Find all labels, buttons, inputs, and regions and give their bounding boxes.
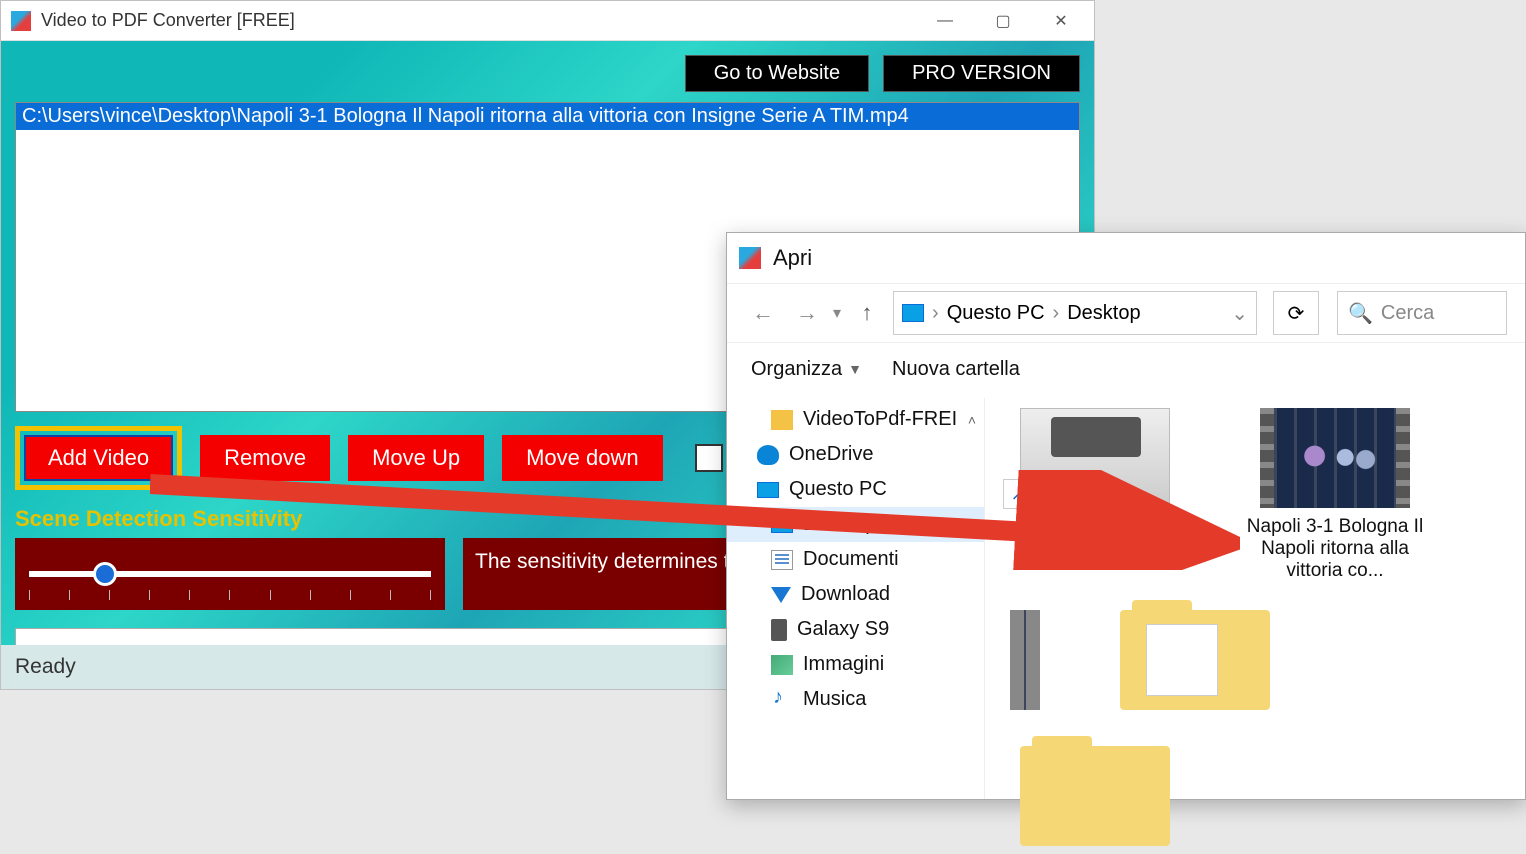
tree-label: Questo PC (789, 478, 887, 501)
tree-item-images[interactable]: Immagini (727, 647, 984, 682)
shortcut-icon: ↗ (1003, 479, 1033, 509)
nav-up-button[interactable]: ↑ (849, 295, 885, 331)
sensitivity-slider[interactable] (29, 571, 431, 577)
new-folder-button[interactable]: Nuova cartella (892, 358, 1020, 381)
file-item-partial[interactable] (1005, 610, 1045, 718)
refresh-button[interactable]: ⟳ (1273, 291, 1319, 335)
file-item-video[interactable]: Napoli 3-1 Bologna Il Napoli ritorna all… (1245, 408, 1425, 582)
folder-tree: VideoToPdf-FREI ˄ OneDrive Questo PC Desk… (727, 398, 985, 799)
pc-icon (902, 304, 924, 322)
nav-forward-button[interactable]: → (789, 295, 825, 331)
tree-label: Galaxy S9 (797, 618, 889, 641)
tree-label: VideoToPdf-FREI (803, 408, 957, 431)
file-item-folder[interactable] (1105, 610, 1285, 718)
download-icon (771, 587, 791, 603)
file-item-folder[interactable] (1005, 746, 1185, 854)
new-folder-label: Nuova cartella (892, 358, 1020, 381)
dialog-title: Apri (773, 245, 812, 271)
video-thumbnail (1010, 610, 1040, 710)
app-title: Video to PDF Converter [FREE] (41, 10, 916, 31)
drive-icon: ↗ (1020, 408, 1170, 508)
cloud-icon (757, 445, 779, 465)
music-icon (771, 690, 793, 710)
move-up-button[interactable]: Move Up (348, 435, 484, 481)
dialog-body: VideoToPdf-FREI ˄ OneDrive Questo PC Desk… (727, 398, 1525, 799)
manual-checkbox[interactable] (695, 444, 723, 472)
tree-label: Download (801, 583, 890, 606)
tree-item-downloads[interactable]: Download (727, 577, 984, 612)
desktop-icon (771, 517, 793, 533)
add-video-button[interactable]: Add Video (24, 435, 173, 481)
move-down-button[interactable]: Move down (502, 435, 663, 481)
sensitivity-thumb[interactable] (93, 562, 117, 586)
titlebar: Video to PDF Converter [FREE] — ▢ ✕ (1, 1, 1094, 41)
tree-item-this-pc[interactable]: Questo PC (727, 472, 984, 507)
file-item-drive-shortcut[interactable]: ↗ Data (D) - collegamento (1005, 408, 1185, 582)
tree-item-music[interactable]: Musica (727, 682, 984, 717)
folder-icon (1120, 610, 1270, 710)
document-icon (771, 550, 793, 570)
dialog-titlebar: Apri (727, 233, 1525, 283)
search-placeholder: Cerca (1381, 302, 1434, 325)
slider-ticks (29, 590, 431, 600)
maximize-button[interactable]: ▢ (974, 1, 1032, 41)
tree-label: Musica (803, 688, 866, 711)
organize-label: Organizza (751, 358, 842, 381)
tree-item-folder[interactable]: VideoToPdf-FREI ˄ (727, 402, 984, 437)
sensitivity-slider-box (15, 538, 445, 610)
folder-icon (771, 410, 793, 430)
breadcrumb-current[interactable]: Desktop (1067, 302, 1140, 325)
remove-button[interactable]: Remove (200, 435, 330, 481)
dialog-icon (739, 247, 761, 269)
tree-item-onedrive[interactable]: OneDrive (727, 437, 984, 472)
minimize-button[interactable]: — (916, 1, 974, 41)
pc-icon (757, 482, 779, 498)
chevron-down-icon: ▼ (848, 361, 862, 377)
nav-back-button[interactable]: ← (745, 295, 781, 331)
file-item-label: Data (D) - collegamento (1005, 516, 1185, 560)
organize-menu[interactable]: Organizza ▼ (751, 358, 862, 381)
tree-item-desktop[interactable]: Desktop (727, 507, 984, 542)
breadcrumb-dropdown-icon[interactable]: ⌄ (1231, 301, 1248, 326)
tree-label: Immagini (803, 653, 884, 676)
top-buttons: Go to Website PRO VERSION (15, 55, 1080, 92)
file-open-dialog: Apri ← → ▾ ↑ › Questo PC › Desktop ⌄ ⟳ 🔍… (726, 232, 1526, 800)
phone-icon (771, 619, 787, 641)
status-text: Ready (15, 655, 76, 678)
pro-version-button[interactable]: PRO VERSION (883, 55, 1080, 92)
search-input[interactable]: 🔍 Cerca (1337, 291, 1507, 335)
app-icon (11, 11, 31, 31)
dialog-nav: ← → ▾ ↑ › Questo PC › Desktop ⌄ ⟳ 🔍 Cerc… (727, 283, 1525, 343)
images-icon (771, 655, 793, 675)
folder-content[interactable]: ↗ Data (D) - collegamento Napoli 3-1 Bol… (985, 398, 1525, 799)
chevron-right-icon: › (932, 302, 939, 325)
tree-label: OneDrive (789, 443, 873, 466)
chevron-right-icon: › (1053, 302, 1060, 325)
tree-item-galaxy[interactable]: Galaxy S9 (727, 612, 984, 647)
tree-label: Desktop (803, 513, 876, 536)
tree-item-documents[interactable]: Documenti (727, 542, 984, 577)
breadcrumb-root[interactable]: Questo PC (947, 302, 1045, 325)
file-item-label: Napoli 3-1 Bologna Il Napoli ritorna all… (1245, 516, 1425, 582)
dialog-toolbar: Organizza ▼ Nuova cartella (727, 343, 1525, 395)
go-to-website-button[interactable]: Go to Website (685, 55, 869, 92)
highlight-box: Add Video (15, 426, 182, 490)
close-button[interactable]: ✕ (1032, 1, 1090, 41)
file-list-item[interactable]: C:\Users\vince\Desktop\Napoli 3-1 Bologn… (16, 103, 1079, 130)
chevron-up-icon: ˄ (968, 412, 976, 428)
video-thumbnail (1260, 408, 1410, 508)
search-icon: 🔍 (1348, 301, 1373, 326)
folder-icon (1020, 746, 1170, 846)
tree-label: Documenti (803, 548, 899, 571)
breadcrumb-bar[interactable]: › Questo PC › Desktop ⌄ (893, 291, 1257, 335)
